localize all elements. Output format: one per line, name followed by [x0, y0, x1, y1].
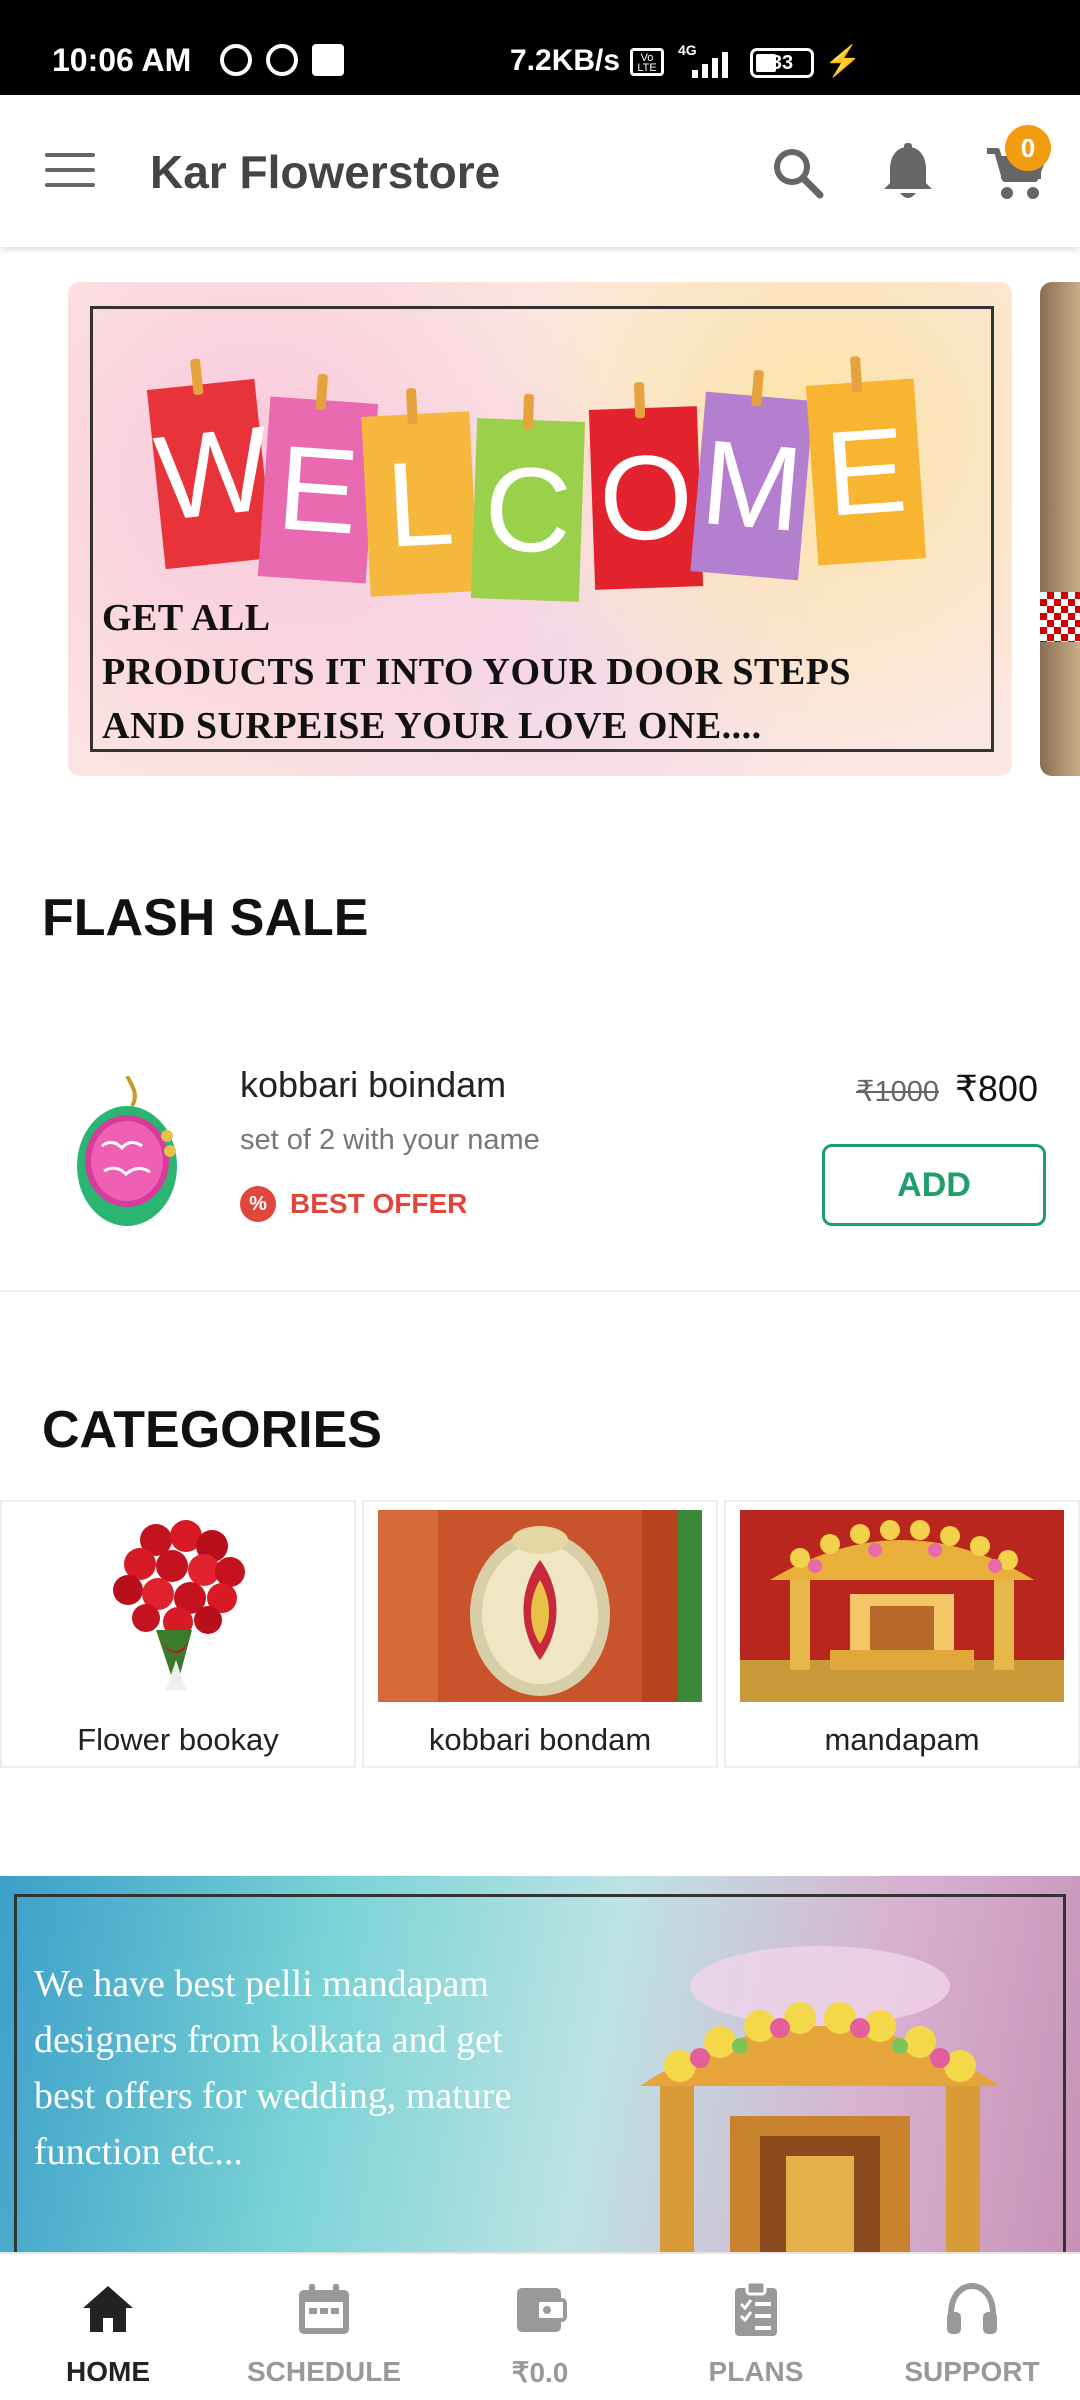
category-label: Flower bookay — [77, 1722, 279, 1757]
battery-icon: 33 — [750, 48, 814, 78]
nav-support[interactable]: SUPPORT — [864, 2254, 1080, 2400]
categories-title: CATEGORIES — [42, 1401, 382, 1459]
flash-sale-product[interactable]: kobbari boindam set of 2 with your name … — [0, 1040, 1080, 1292]
category-card-kobbari-bondam[interactable]: kobbari bondam — [362, 1500, 718, 1768]
next-banner-peek[interactable] — [1040, 282, 1080, 776]
banner-line-3: AND SURPEISE YOUR LOVE ONE.... — [102, 705, 762, 747]
nav-label: SCHEDULE — [246, 2356, 401, 2387]
offer-tag: % BEST OFFER — [240, 1186, 467, 1222]
nav-label: SUPPORT — [904, 2356, 1040, 2387]
welcome-letter-card: M — [690, 391, 814, 581]
category-label: mandapam — [824, 1722, 980, 1757]
network-type: 4G — [678, 42, 697, 58]
promo-text: We have best pelli mandapam designers fr… — [34, 1963, 512, 2173]
nav-schedule[interactable]: SCHEDULE — [216, 2254, 432, 2400]
bottom-navigation: HOME SCHEDULE ₹0.0 PLANS SUPPORT — [0, 2252, 1080, 2400]
category-card-mandapam[interactable]: mandapam — [724, 1500, 1080, 1768]
categories-list: Flower bookay kobbari bondam mandapam — [0, 1500, 1080, 1768]
category-image — [740, 1510, 1064, 1702]
offer-label: BEST OFFER — [290, 1188, 468, 1219]
welcome-letter-card: L — [361, 411, 479, 597]
category-image — [113, 1520, 245, 1690]
bell-icon[interactable] — [880, 143, 936, 203]
banner-line-1: GET ALL — [102, 597, 271, 639]
wallet-icon — [517, 2288, 567, 2332]
search-icon[interactable] — [770, 145, 824, 199]
charging-icon: ⚡ — [824, 45, 862, 78]
calendar-icon — [299, 2284, 349, 2334]
hamburger-menu-icon[interactable] — [45, 153, 95, 189]
discount-icon: % — [240, 1186, 276, 1222]
network-speed: 7.2KB/s — [510, 44, 621, 77]
notification-icon — [220, 44, 252, 76]
nav-label: ₹0.0 — [511, 2357, 569, 2388]
home-icon — [83, 2286, 133, 2332]
app-title: Kar Flowerstore — [150, 146, 501, 198]
app-bar: Kar Flowerstore 0 — [0, 95, 1080, 247]
welcome-letter-card: E — [805, 378, 927, 566]
promo-banner[interactable]: We have best pelli mandapam designers fr… — [0, 1876, 1080, 2252]
product-name: kobbari boindam — [240, 1064, 507, 1105]
category-card-flower-bookay[interactable]: Flower bookay — [0, 1500, 356, 1768]
welcome-letter-card: O — [588, 406, 704, 590]
upload-icon — [312, 44, 344, 76]
cart-count-badge: 0 — [1005, 125, 1051, 171]
product-description: set of 2 with your name — [240, 1124, 540, 1156]
welcome-letter-card: C — [470, 418, 586, 602]
status-time: 10:06 AM — [52, 42, 192, 78]
category-image — [378, 1510, 702, 1702]
add-to-cart-button[interactable]: ADD — [822, 1144, 1046, 1226]
category-label: kobbari bondam — [428, 1722, 652, 1757]
nav-label: HOME — [66, 2356, 150, 2387]
promo-mandapam-image — [640, 1946, 1000, 2252]
battery-level: 33 — [770, 52, 794, 74]
volte-icon: Vo LTE — [630, 48, 664, 76]
nav-home[interactable]: HOME — [0, 2254, 216, 2400]
product-image — [77, 1076, 177, 1226]
welcome-letter-card: E — [257, 396, 379, 584]
notification-icon — [266, 44, 298, 76]
product-mrp: ₹1000 — [856, 1076, 939, 1108]
nav-plans[interactable]: PLANS — [648, 2254, 864, 2400]
nav-label: PLANS — [708, 2356, 804, 2387]
clipboard-icon — [735, 2280, 777, 2336]
welcome-banner[interactable]: WELCOME GET ALL PRODUCTS IT INTO YOUR DO… — [68, 282, 1012, 776]
headset-icon — [947, 2282, 997, 2334]
flash-sale-title: FLASH SALE — [42, 889, 369, 947]
status-notification-icons — [220, 44, 344, 76]
status-bar: 10:06 AM 7.2KB/s Vo LTE 4G 33 ⚡ — [0, 0, 1080, 95]
product-price: ₹800 — [955, 1068, 1038, 1109]
welcome-word: WELCOME — [146, 374, 936, 604]
nav-wallet[interactable]: ₹0.0 — [432, 2254, 648, 2400]
banner-line-2: PRODUCTS IT INTO YOUR DOOR STEPS — [102, 651, 852, 693]
welcome-letter-card: W — [146, 378, 276, 570]
signal-icon: 4G — [678, 42, 734, 78]
